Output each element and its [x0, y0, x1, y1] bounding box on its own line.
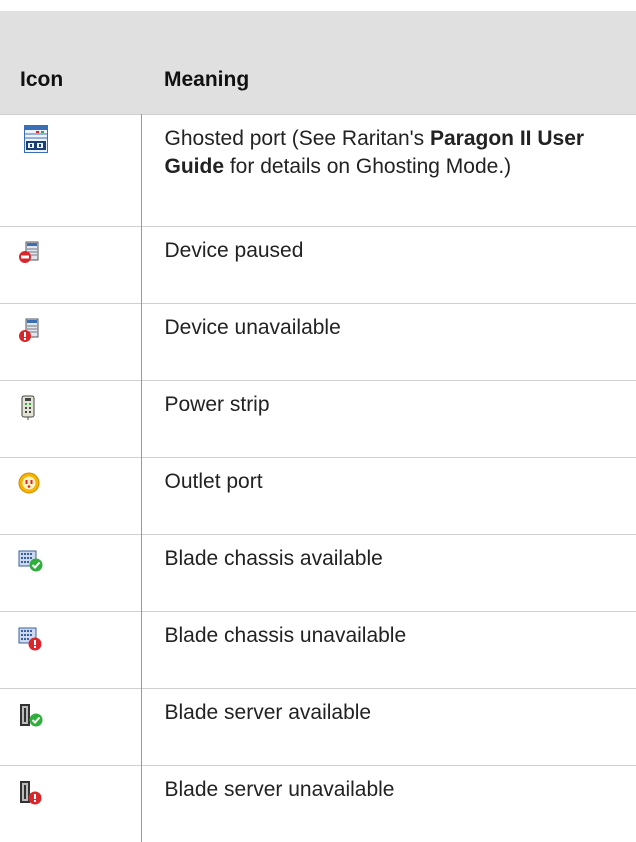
meaning-cell: Blade server available	[141, 687, 636, 765]
table-row: Device paused	[0, 225, 636, 303]
meaning-cell: Blade chassis available	[141, 533, 636, 611]
meaning-cell: Outlet port	[141, 456, 636, 534]
blade-server-unavailable-icon	[20, 780, 42, 804]
table-row: Power strip	[0, 379, 636, 457]
table-row: Device unavailable	[0, 302, 636, 380]
header-meaning: Meaning	[164, 67, 250, 91]
outlet-port-icon	[18, 472, 40, 493]
icon-legend-table: Icon Meaning Ghosted port (See Raritan's…	[0, 11, 636, 842]
table-row: Blade server unavailable	[0, 764, 636, 842]
table-row: Outlet port	[0, 456, 636, 534]
table-row: Ghosted port (See Raritan's Paragon II U…	[0, 113, 636, 226]
meaning-cell: Blade chassis unavailable	[141, 610, 636, 688]
meaning-cell: Device paused	[141, 225, 636, 303]
power-strip-icon	[21, 395, 35, 420]
blade-chassis-unavailable-icon	[18, 627, 42, 650]
top-spacer	[0, 0, 636, 11]
table-row: Blade server available	[0, 687, 636, 765]
blade-server-available-icon	[20, 703, 43, 726]
blade-chassis-available-icon	[18, 550, 43, 571]
device-paused-icon	[19, 241, 39, 263]
header-icon: Icon	[20, 67, 64, 91]
ghosted-port-icon	[24, 124, 48, 153]
table-row: Blade chassis available	[0, 533, 636, 611]
meaning-cell: Ghosted port (See Raritan's Paragon II U…	[141, 113, 636, 226]
table-header-row: Icon Meaning	[0, 11, 636, 114]
meaning-cell: Device unavailable	[141, 302, 636, 380]
meaning-cell: Power strip	[141, 379, 636, 457]
meaning-cell: Blade server unavailable	[141, 764, 636, 842]
table-row: Blade chassis unavailable	[0, 610, 636, 688]
device-unavailable-icon	[19, 318, 39, 342]
